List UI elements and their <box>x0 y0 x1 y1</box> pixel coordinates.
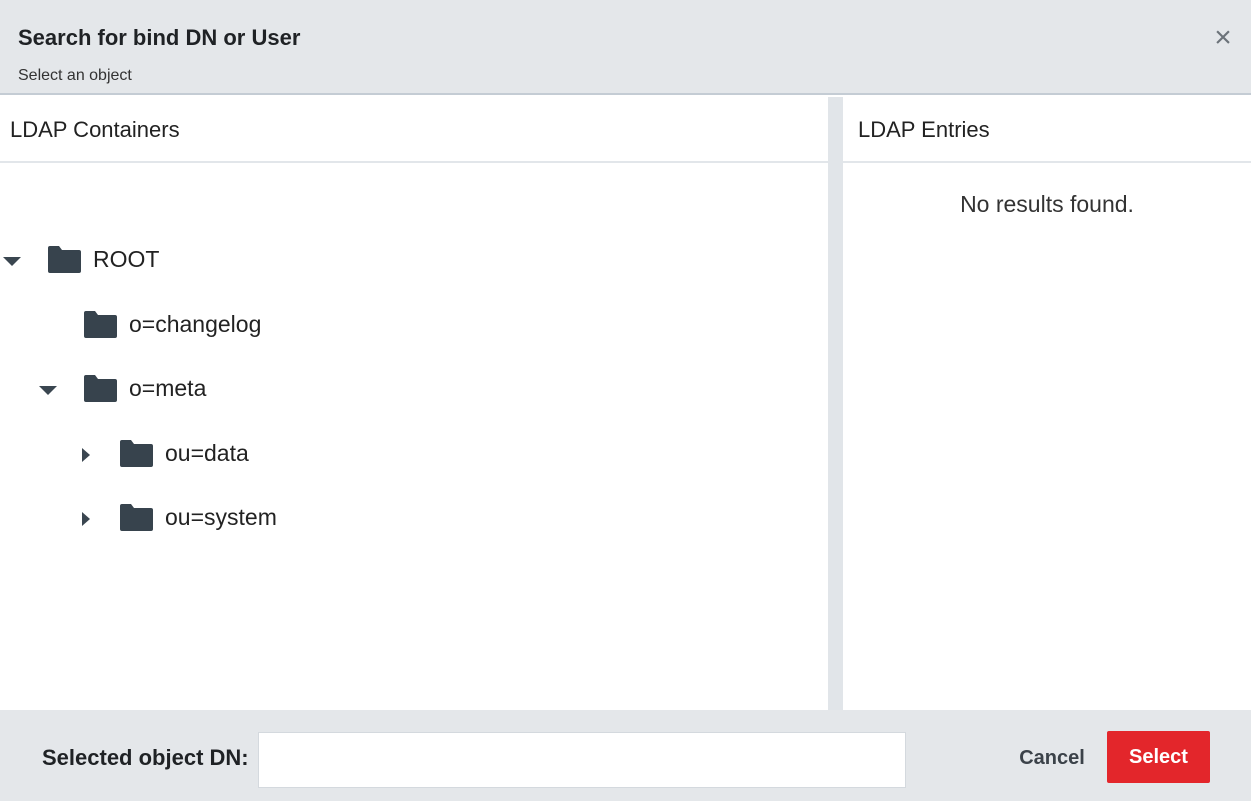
cancel-button[interactable]: Cancel <box>1008 732 1096 784</box>
folder-icon <box>120 440 153 467</box>
expand-caret-icon[interactable] <box>76 509 96 529</box>
folder-icon <box>84 375 117 402</box>
ldap-search-dialog: Search for bind DN or User Select an obj… <box>0 0 1251 801</box>
selected-dn-input[interactable] <box>258 732 906 788</box>
entries-header: LDAP Entries <box>843 97 1251 163</box>
tree-node-meta[interactable]: o=meta <box>0 370 260 410</box>
tree-node-system[interactable]: ou=system <box>0 499 320 539</box>
expand-caret-icon[interactable] <box>76 445 96 465</box>
folder-icon <box>84 311 117 338</box>
dialog-header: Search for bind DN or User Select an obj… <box>0 0 1251 95</box>
select-button[interactable]: Select <box>1107 731 1210 783</box>
ldap-containers-pane: LDAP Containers ROOT o=changelog o=meta … <box>0 97 828 710</box>
tree-node-label[interactable]: ROOT <box>93 246 159 273</box>
entries-title: LDAP Entries <box>858 117 990 142</box>
pane-splitter[interactable] <box>828 97 843 710</box>
tree-node-changelog[interactable]: o=changelog <box>0 306 300 346</box>
collapse-caret-icon[interactable] <box>38 380 58 400</box>
tree-node-label[interactable]: ou=system <box>165 504 277 531</box>
collapse-caret-icon[interactable] <box>2 251 22 271</box>
containers-title: LDAP Containers <box>10 117 180 142</box>
empty-results-message: No results found. <box>960 191 1134 217</box>
folder-icon <box>48 246 81 273</box>
ldap-entries-pane: LDAP Entries No results found. <box>843 97 1251 710</box>
tree-node-data[interactable]: ou=data <box>0 435 300 475</box>
tree-node-label[interactable]: o=meta <box>129 375 206 402</box>
selected-dn-label: Selected object DN: <box>42 745 249 770</box>
close-icon[interactable]: × <box>1209 22 1237 54</box>
containers-header: LDAP Containers <box>0 97 828 163</box>
dialog-subtitle: Select an object <box>18 67 132 84</box>
tree-node-label[interactable]: o=changelog <box>129 311 261 338</box>
dialog-footer: Selected object DN: Cancel Select <box>0 710 1251 801</box>
tree-node-label[interactable]: ou=data <box>165 440 249 467</box>
tree-node-root[interactable]: ROOT <box>0 241 200 281</box>
folder-icon <box>120 504 153 531</box>
dialog-title: Search for bind DN or User <box>18 25 301 50</box>
